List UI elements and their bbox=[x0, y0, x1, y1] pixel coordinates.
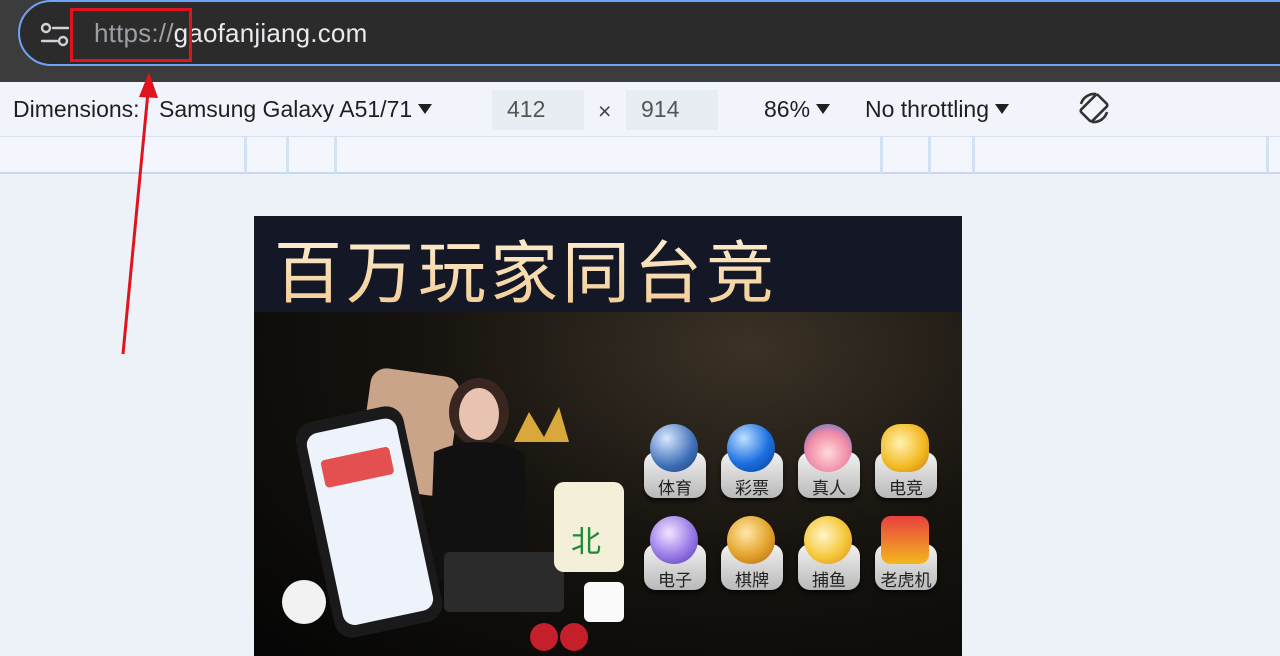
mahjong-tile-icon bbox=[727, 516, 775, 564]
site-settings-icon[interactable] bbox=[40, 22, 70, 48]
soccer-ball-icon bbox=[650, 424, 698, 472]
game-label: 棋牌 bbox=[735, 571, 769, 591]
throttling-select[interactable]: No throttling bbox=[865, 96, 1010, 123]
width-value: 412 bbox=[507, 96, 546, 122]
chevron-down-icon bbox=[418, 103, 433, 114]
hero-banner: 北 体育 彩票 真人 电竞 电子 棋牌 捕鱼 老虎机 bbox=[254, 312, 962, 656]
game-label: 彩票 bbox=[735, 479, 769, 499]
slot-machine-icon bbox=[881, 516, 929, 564]
device-select[interactable]: Samsung Galaxy A51/71 bbox=[159, 96, 433, 123]
pufferfish-icon bbox=[804, 516, 852, 564]
game-electronic[interactable]: 电子 bbox=[644, 516, 708, 596]
game-live[interactable]: 真人 bbox=[798, 424, 862, 504]
chevron-down-icon bbox=[995, 103, 1010, 114]
height-value: 914 bbox=[641, 96, 680, 122]
chevron-down-icon bbox=[816, 103, 831, 114]
live-dealer-icon bbox=[804, 424, 852, 472]
url-host: gaofanjiang.com bbox=[173, 18, 368, 48]
browser-toolbar: https://gaofanjiang.com bbox=[0, 0, 1280, 82]
times-icon: × bbox=[598, 98, 612, 124]
zoom-select[interactable]: 86% bbox=[764, 96, 831, 123]
width-input[interactable]: 412 bbox=[492, 90, 584, 130]
game-sports[interactable]: 体育 bbox=[644, 424, 708, 504]
game-label: 老虎机 bbox=[880, 571, 932, 591]
height-input[interactable]: 914 bbox=[626, 90, 718, 130]
emulated-page: 百万玩家同台竞 北 体育 彩票 真人 电竞 电子 棋牌 捕鱼 老虎机 bbox=[254, 216, 962, 656]
game-slots[interactable]: 老虎机 bbox=[875, 516, 939, 596]
game-lottery[interactable]: 彩票 bbox=[721, 424, 785, 504]
game-label: 电竞 bbox=[889, 479, 923, 499]
game-label: 真人 bbox=[812, 479, 846, 499]
rotate-icon[interactable] bbox=[1076, 90, 1112, 126]
media-query-ruler[interactable] bbox=[0, 136, 1280, 174]
throttling-value: No throttling bbox=[865, 96, 990, 122]
robot-icon bbox=[650, 516, 698, 564]
promo-illustration: 北 bbox=[282, 368, 624, 651]
device-name: Samsung Galaxy A51/71 bbox=[159, 96, 413, 122]
zoom-value: 86% bbox=[764, 96, 811, 122]
game-label: 电子 bbox=[658, 571, 692, 591]
game-chess[interactable]: 棋牌 bbox=[721, 516, 785, 596]
gamepad-icon bbox=[881, 424, 929, 472]
game-fishing[interactable]: 捕鱼 bbox=[798, 516, 862, 596]
mahjong-char: 北 bbox=[571, 525, 601, 560]
page-headline: 百万玩家同台竞 bbox=[274, 218, 778, 317]
game-label: 体育 bbox=[658, 479, 692, 499]
game-esports[interactable]: 电竞 bbox=[875, 424, 939, 504]
lottery-ball-icon bbox=[727, 424, 775, 472]
banner-header: 百万玩家同台竞 bbox=[254, 216, 962, 314]
dimensions-label: Dimensions: bbox=[13, 96, 140, 122]
highlight-box bbox=[70, 8, 192, 62]
game-label: 捕鱼 bbox=[812, 571, 846, 591]
